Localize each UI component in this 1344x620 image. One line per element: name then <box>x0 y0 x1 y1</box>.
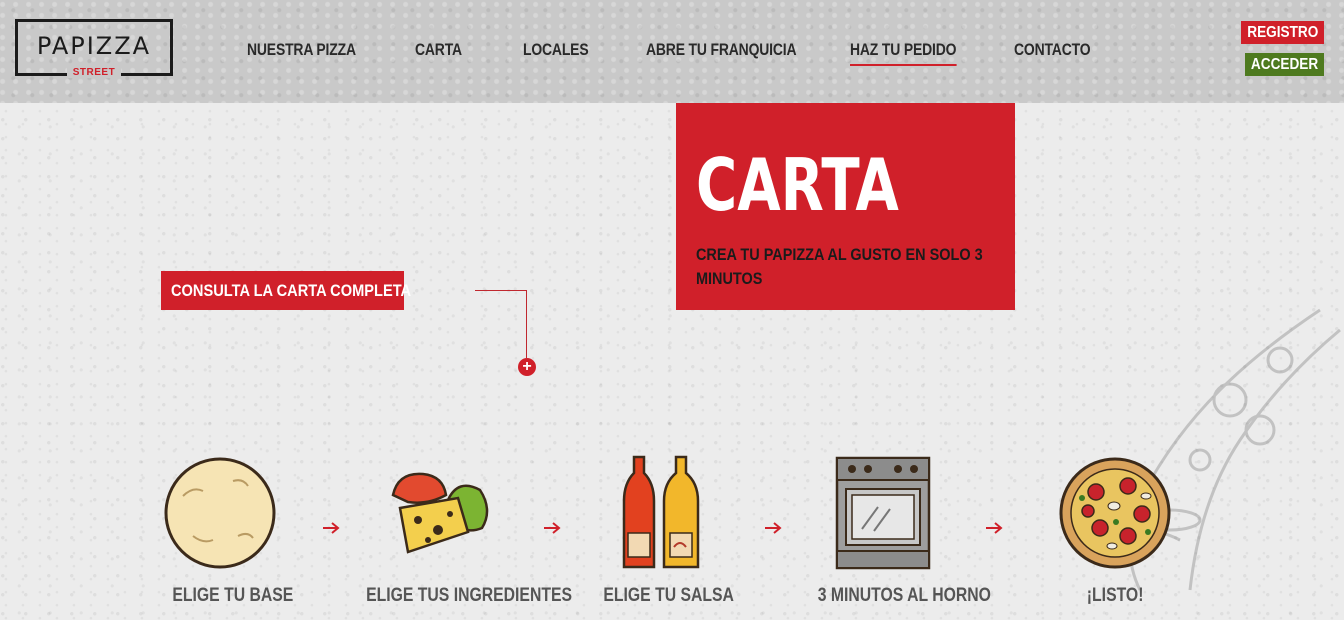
hero-banner: CARTA CREA TU PAPIZZA AL GUSTO EN SOLO 3… <box>676 103 1015 310</box>
header: PAPIZZA STREET NUESTRA PIZZA CARTA LOCAL… <box>0 0 1344 103</box>
consulta-label: CONSULTA LA CARTA COMPLETA <box>171 281 412 300</box>
ingredients-icon <box>391 472 489 554</box>
connector-line <box>475 290 527 291</box>
pizza-icon <box>1059 457 1171 569</box>
connector-line-vertical <box>526 290 527 358</box>
step-label: ELIGE TUS INGREDIENTES <box>366 585 573 606</box>
registro-button[interactable]: REGISTRO <box>1241 21 1324 44</box>
nav-carta[interactable]: CARTA <box>415 40 462 60</box>
nav-nuestra-pizza[interactable]: NUESTRA PIZZA <box>247 40 356 60</box>
arrow-right-icon <box>323 522 340 534</box>
logo-sub: STREET <box>66 67 122 78</box>
arrow-right-icon <box>544 522 561 534</box>
nav-locales[interactable]: LOCALES <box>523 40 589 60</box>
sauce-bottles-icon <box>622 455 700 569</box>
pizza-dough-icon <box>164 457 276 569</box>
plus-icon[interactable]: + <box>518 358 536 376</box>
pizza-sketch-icon <box>1109 308 1341 591</box>
nav-haz-tu-pedido[interactable]: HAZ TU PEDIDO <box>850 40 956 66</box>
arrow-right-icon <box>765 522 782 534</box>
nav-abre-tu-franquicia[interactable]: ABRE TU FRANQUICIA <box>646 40 797 60</box>
nav-contacto[interactable]: CONTACTO <box>1014 40 1091 60</box>
step-label: ELIGE TU BASE <box>172 585 294 606</box>
logo-name: PAPIZZA <box>36 32 152 60</box>
hero-title: CARTA <box>696 143 899 227</box>
registro-label: REGISTRO <box>1247 24 1319 41</box>
acceder-label: ACCEDER <box>1250 56 1319 73</box>
oven-icon <box>835 456 931 570</box>
papizza-logo[interactable]: PAPIZZA STREET <box>15 19 173 78</box>
arrow-right-icon <box>986 522 1003 534</box>
step-label: ELIGE TU SALSA <box>603 585 734 606</box>
step-label: 3 MINUTOS AL HORNO <box>817 585 991 606</box>
hero-subtitle: CREA TU PAPIZZA AL GUSTO EN SOLO 3 MINUT… <box>696 245 983 288</box>
step-label: ¡LISTO! <box>1086 585 1144 606</box>
acceder-button[interactable]: ACCEDER <box>1245 53 1324 76</box>
consulta-carta-button[interactable]: CONSULTA LA CARTA COMPLETA <box>161 271 411 310</box>
